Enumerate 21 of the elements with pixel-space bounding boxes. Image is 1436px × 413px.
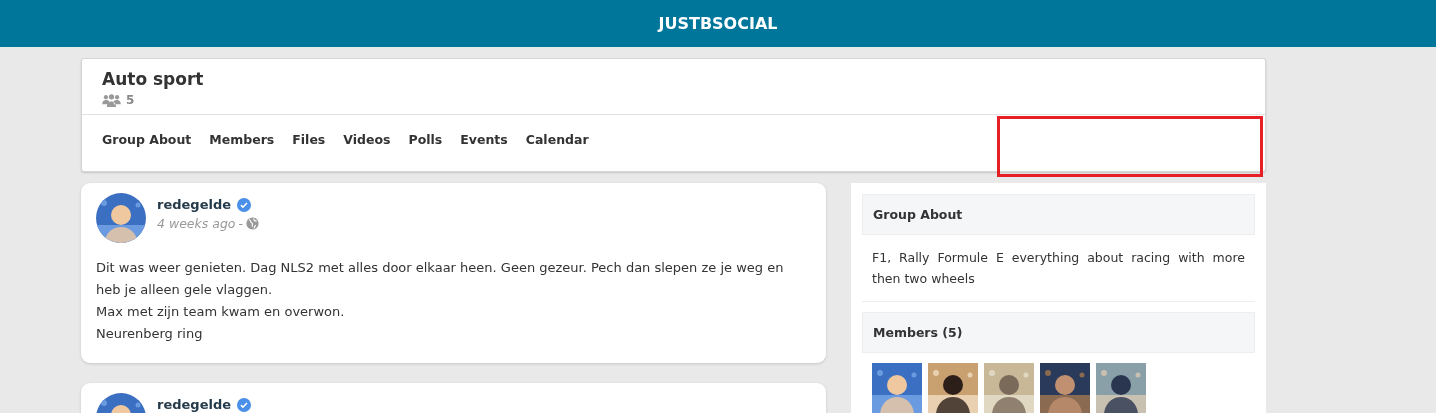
- section-heading: Group About: [862, 194, 1255, 235]
- post-text: Neurenberg ring: [96, 325, 204, 343]
- separator: -: [238, 216, 243, 231]
- member-count: 5: [126, 93, 135, 107]
- group-tab[interactable]: Polls: [400, 132, 451, 147]
- globe-icon: [246, 217, 259, 230]
- group-tab[interactable]: Group About: [94, 132, 200, 147]
- people-icon: [102, 93, 121, 107]
- group-tab[interactable]: Events: [452, 132, 516, 147]
- section-heading: Members (5): [862, 312, 1255, 353]
- post-text: Dit was weer genieten. Dag NLS2 met alles door elkaar heen. Geen gezeur. Pech dan slepen ze je weg en heb je alleen gele vlaggen.: [96, 259, 785, 299]
- group-tab[interactable]: Videos: [335, 132, 399, 147]
- author-name[interactable]: redegelde: [157, 397, 232, 412]
- group-name: Auto sport: [102, 69, 205, 89]
- post-text: Max met zijn team kwam en overwon.: [96, 303, 346, 321]
- group-tab[interactable]: Files: [284, 132, 334, 147]
- group-tab[interactable]: Calendar: [517, 132, 597, 147]
- group-tab[interactable]: Members: [201, 132, 283, 147]
- group-description: F1, Rally Formule E everything about racing with more then two wheels: [862, 235, 1255, 302]
- site-title[interactable]: JUSTBSOCIAL: [658, 14, 778, 33]
- author-name[interactable]: redegelde: [157, 197, 232, 212]
